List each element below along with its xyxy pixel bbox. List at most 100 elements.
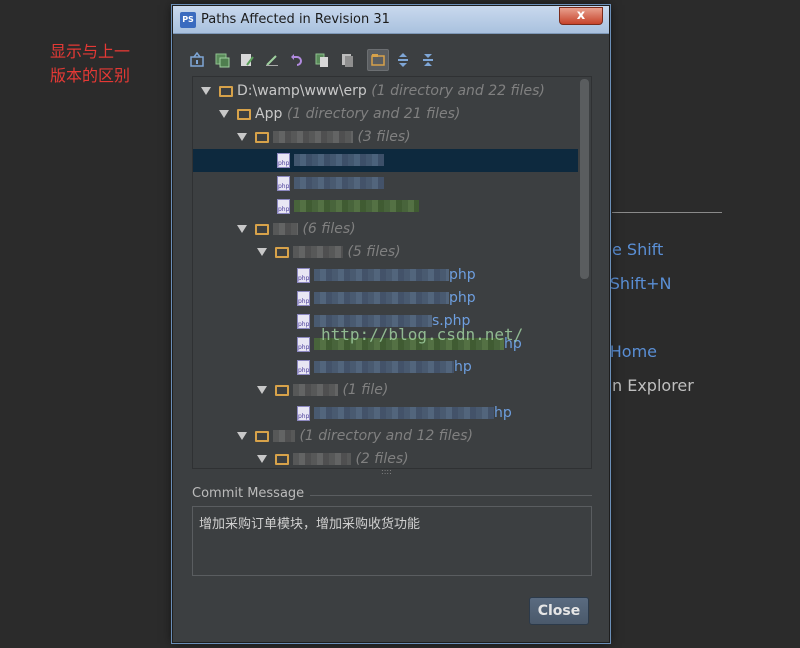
folder-icon <box>219 85 233 97</box>
commit-message-label: Commit Message <box>192 486 311 501</box>
tree-file[interactable]: php <box>193 172 578 195</box>
folder-icon <box>275 453 289 465</box>
redacted-name <box>294 200 419 212</box>
background-shortcut-3: -Home <box>604 342 658 361</box>
expand-arrow-icon[interactable] <box>257 386 267 394</box>
php-file-icon: php <box>297 267 310 283</box>
background-divider <box>612 212 722 213</box>
file-extension: hp <box>494 405 512 421</box>
redacted-name <box>314 361 454 373</box>
node-meta: (1 directory and 21 files) <box>286 106 461 122</box>
tree-node-folder-3[interactable]: (5 files) <box>193 241 578 264</box>
commit-message-divider <box>301 495 592 496</box>
node-meta: (6 files) <box>302 221 356 237</box>
changes-toolbar <box>186 48 439 72</box>
tree-node-folder-2[interactable]: (6 files) <box>193 218 578 241</box>
tree-node-folder-6[interactable]: (2 files) <box>193 448 578 468</box>
redacted-name <box>314 292 449 304</box>
tree-node-app[interactable]: App (1 directory and 21 files) <box>193 103 578 126</box>
window-close-button[interactable]: x <box>559 7 603 25</box>
redacted-name <box>294 154 384 166</box>
add-to-changelist-button[interactable] <box>211 49 233 71</box>
annotation-line-1: 显示与上一 <box>50 42 131 61</box>
annotation-note: 显示与上一 版本的区别 <box>50 40 160 88</box>
collapse-all-button[interactable] <box>417 49 439 71</box>
redacted-name <box>314 407 494 419</box>
folder-icon <box>255 223 269 235</box>
node-meta: (3 files) <box>357 129 411 145</box>
phpstorm-app-icon: PS <box>180 12 196 28</box>
redacted-name <box>273 131 353 143</box>
php-file-icon: php <box>297 290 310 306</box>
folder-icon <box>255 430 269 442</box>
redacted-name <box>273 430 295 442</box>
tree-node-folder-5[interactable]: (1 directory and 12 files) <box>193 425 578 448</box>
redacted-name <box>293 453 351 465</box>
group-by-directory-icon <box>371 54 385 66</box>
php-file-icon: php <box>297 405 310 421</box>
edit-source-icon <box>241 54 254 66</box>
paths-affected-dialog: PS Paths Affected in Revision 31 x D:\wa… <box>172 5 610 643</box>
tree-scrollbar[interactable] <box>580 79 589 279</box>
background-shortcut-2: -Shift+N <box>604 274 672 293</box>
copy-icon <box>342 54 353 67</box>
tree-file[interactable]: php hp <box>193 402 578 425</box>
redacted-name <box>294 177 384 189</box>
dialog-content: D:\wamp\www\erp (1 directory and 22 file… <box>181 34 601 634</box>
redacted-name <box>273 223 298 235</box>
add-to-changelist-icon <box>215 53 230 68</box>
file-extension: hp <box>454 359 472 375</box>
tree-file-selected[interactable]: php <box>193 149 578 172</box>
dialog-title: Paths Affected in Revision 31 <box>201 12 390 27</box>
expand-arrow-icon[interactable] <box>201 87 211 95</box>
revert-button[interactable] <box>286 49 308 71</box>
expand-all-button[interactable] <box>392 49 414 71</box>
php-file-icon: php <box>277 175 290 191</box>
node-meta: (2 files) <box>355 451 409 467</box>
redacted-name <box>293 246 343 258</box>
folder-icon <box>275 246 289 258</box>
dialog-titlebar[interactable]: PS Paths Affected in Revision 31 x <box>173 6 609 34</box>
compare-button[interactable] <box>311 49 333 71</box>
expand-arrow-icon[interactable] <box>237 133 247 141</box>
php-file-icon: php <box>297 313 310 329</box>
tree-node-folder-1[interactable]: (3 files) <box>193 126 578 149</box>
revert-icon <box>291 54 302 66</box>
affected-paths-tree[interactable]: D:\wamp\www\erp (1 directory and 22 file… <box>192 76 592 469</box>
annotation-line-2: 版本的区别 <box>50 66 131 85</box>
panel-splitter-handle[interactable]: :::: <box>381 468 397 476</box>
group-by-directory-toggle[interactable] <box>367 49 389 71</box>
folder-icon <box>275 384 289 396</box>
node-name: App <box>255 106 283 122</box>
tree-node-folder-4[interactable]: (1 file) <box>193 379 578 402</box>
folder-icon <box>237 108 251 120</box>
php-file-icon: php <box>277 152 290 168</box>
edit-source-button[interactable] <box>236 49 258 71</box>
node-meta: (5 files) <box>347 244 401 260</box>
tree-file[interactable]: php php <box>193 287 578 310</box>
commit-message-field[interactable]: 增加采购订单模块，增加采购收货功能 <box>192 506 592 576</box>
expand-arrow-icon[interactable] <box>237 225 247 233</box>
tree-file[interactable]: php hp <box>193 356 578 379</box>
redacted-name <box>293 384 338 396</box>
expand-arrow-icon[interactable] <box>257 455 267 463</box>
collapse-all-icon <box>423 54 433 66</box>
expand-arrow-icon[interactable] <box>219 110 229 118</box>
edit-icon <box>266 55 278 66</box>
copy-button[interactable] <box>336 49 358 71</box>
edit-button[interactable] <box>261 49 283 71</box>
php-file-icon: php <box>277 198 290 214</box>
expand-arrow-icon[interactable] <box>257 248 267 256</box>
diff-with-previous-icon <box>190 52 204 67</box>
folder-icon <box>255 131 269 143</box>
tree-node-root[interactable]: D:\wamp\www\erp (1 directory and 22 file… <box>193 80 578 103</box>
tree-file[interactable]: php php <box>193 264 578 287</box>
php-file-icon: php <box>297 359 310 375</box>
file-extension: php <box>449 267 476 283</box>
file-extension: php <box>449 290 476 306</box>
tree-file[interactable]: php <box>193 195 578 218</box>
diff-with-previous-button[interactable] <box>186 49 208 71</box>
close-button[interactable]: Close <box>529 597 589 625</box>
php-file-icon: php <box>297 336 310 352</box>
expand-arrow-icon[interactable] <box>237 432 247 440</box>
